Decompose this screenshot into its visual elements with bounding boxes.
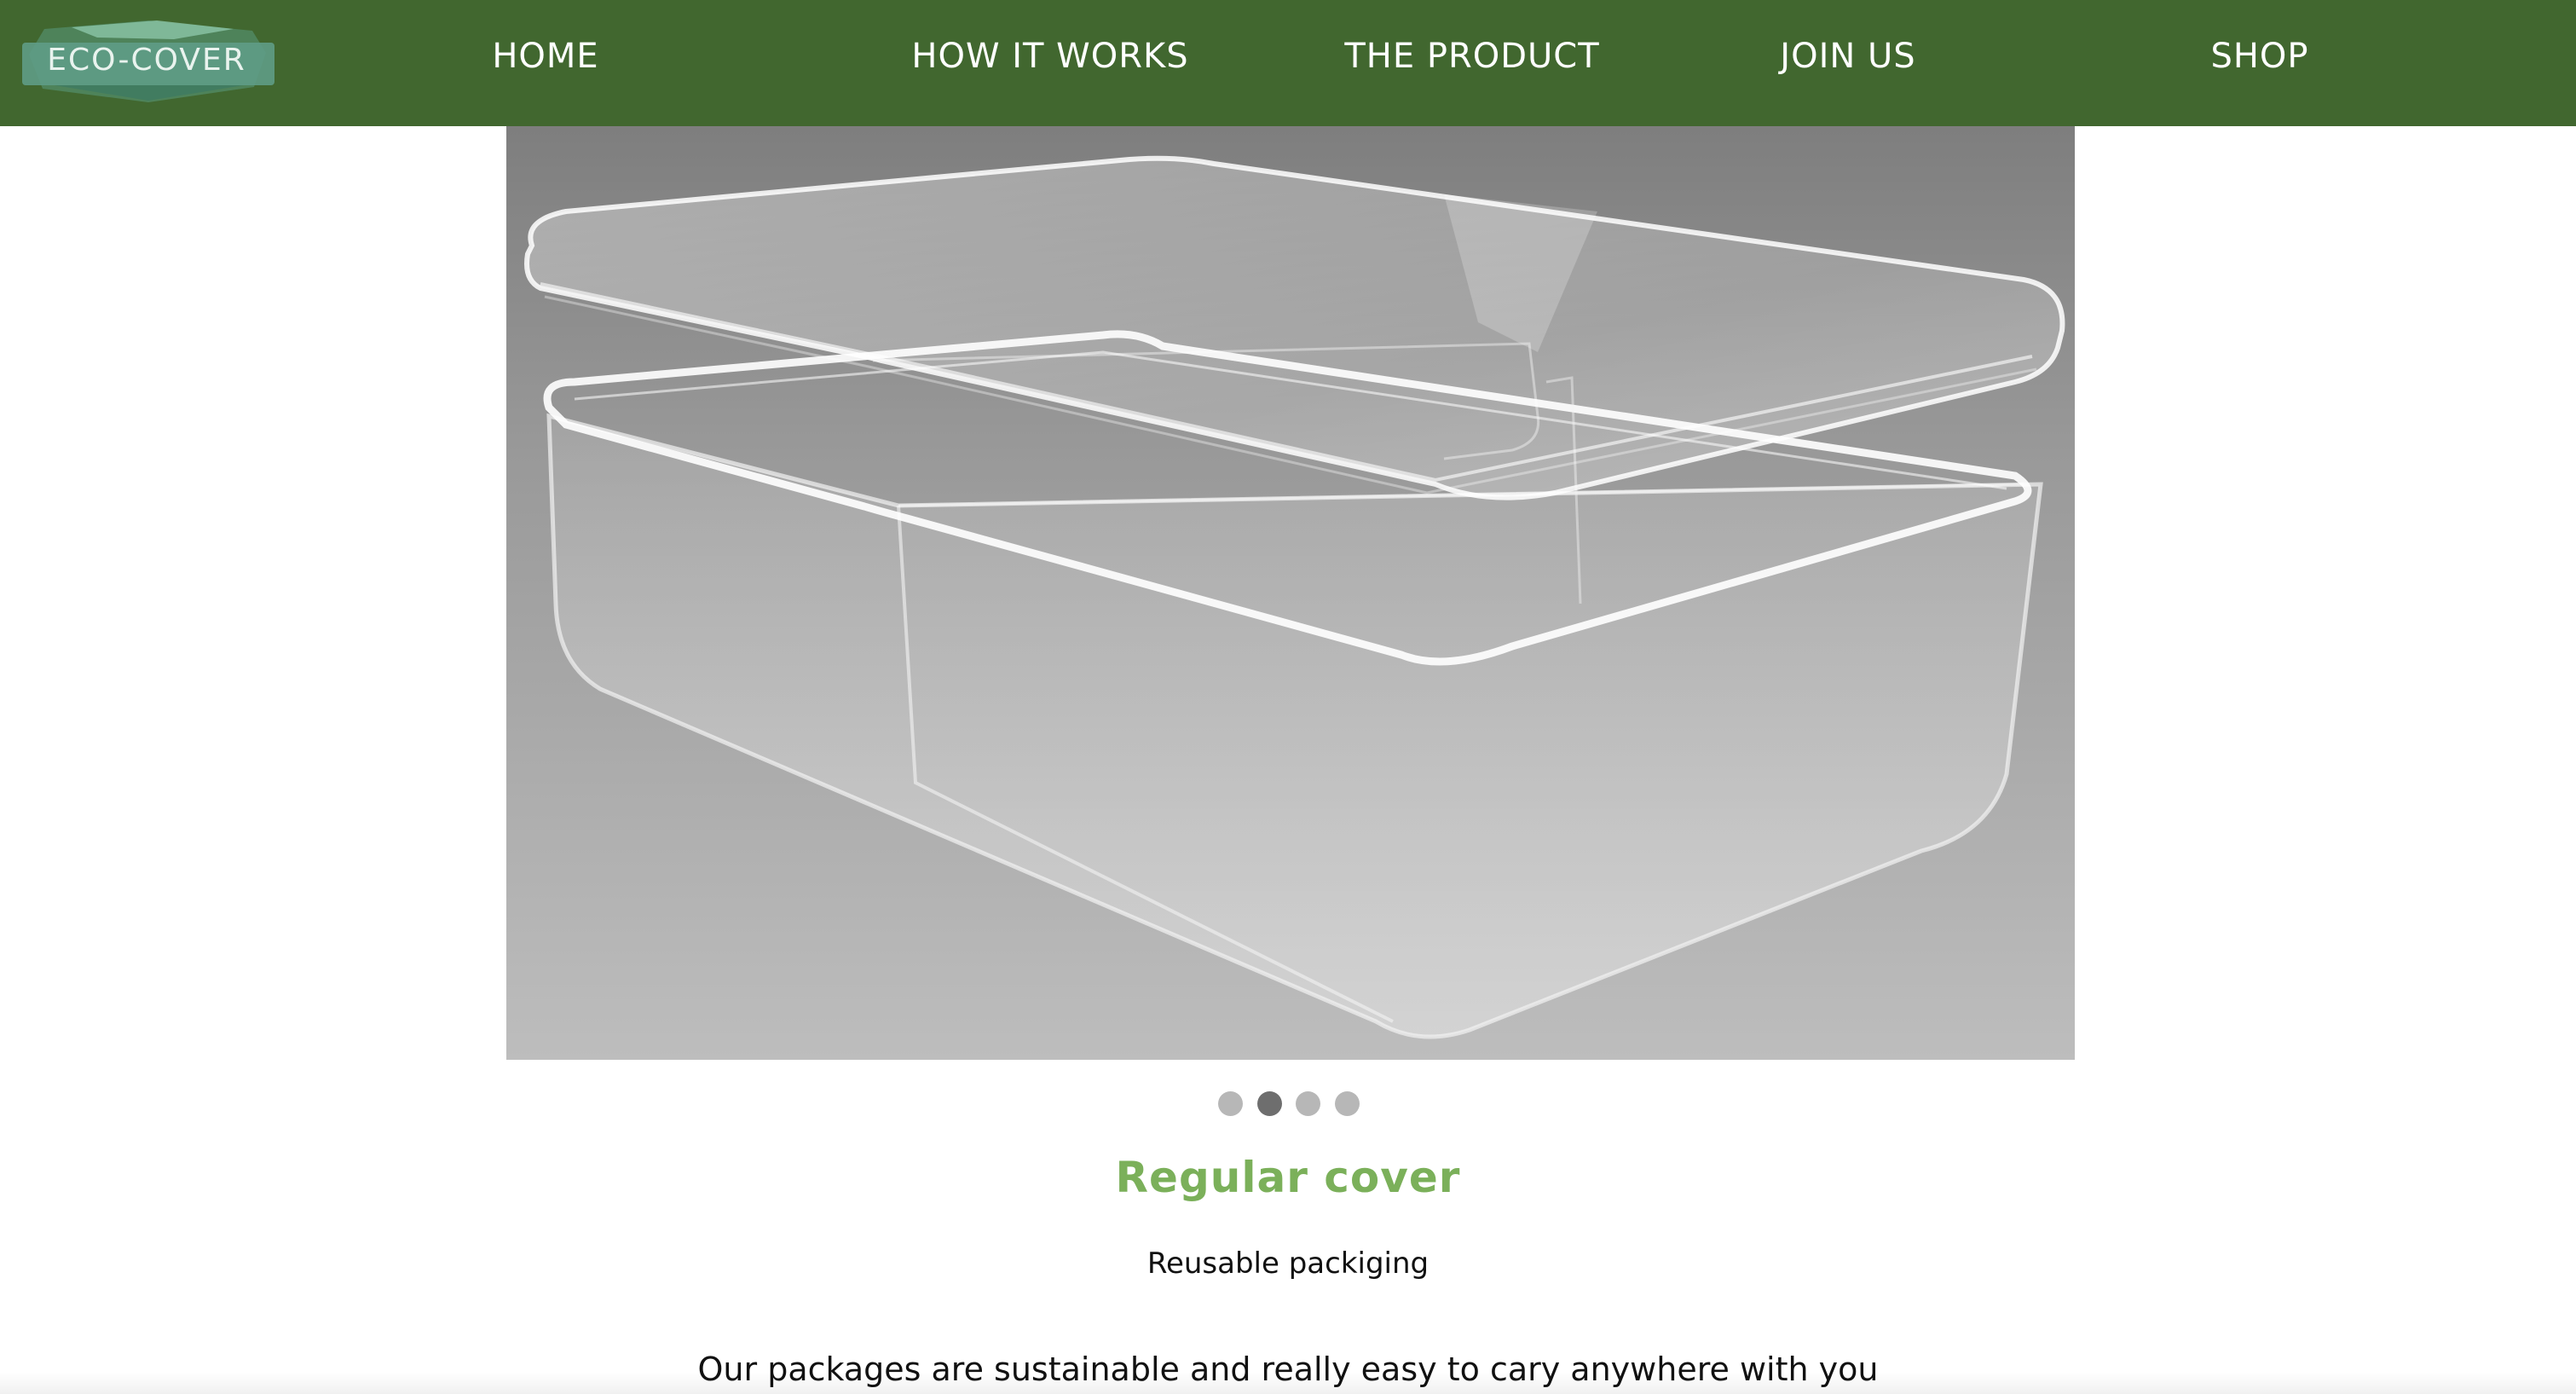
nav-join-us[interactable]: JOIN US (1780, 34, 1915, 78)
product-description: Our packages are sustainable and really … (697, 1351, 1879, 1388)
page: ECO-COVeR HOME HOW IT WORKS THE PRODUCT … (0, 0, 2576, 1394)
nav-shop[interactable]: SHOP (2210, 34, 2308, 78)
nav-the-product[interactable]: THE PRODUCT (1344, 34, 1599, 78)
carousel-slide-image (506, 126, 2075, 1060)
carousel-dot-2-active[interactable] (1257, 1091, 1282, 1116)
clear-plastic-box-image (506, 126, 2075, 1060)
product-title: Regular cover (1115, 1153, 1461, 1202)
carousel-dot-3[interactable] (1296, 1091, 1320, 1116)
nav-home[interactable]: HOME (492, 34, 598, 78)
carousel-dots (0, 1091, 2576, 1119)
product-subtitle: Reusable packiging (1146, 1247, 1430, 1281)
eco-cover-logo[interactable]: ECO-COVeR (20, 19, 276, 104)
logo-text: ECO-COVeR (47, 43, 246, 78)
carousel-dot-1[interactable] (1218, 1091, 1243, 1116)
carousel-dot-4[interactable] (1335, 1091, 1360, 1116)
nav-how-it-works[interactable]: HOW IT WORKS (911, 34, 1188, 78)
top-navbar: ECO-COVeR HOME HOW IT WORKS THE PRODUCT … (0, 0, 2576, 126)
